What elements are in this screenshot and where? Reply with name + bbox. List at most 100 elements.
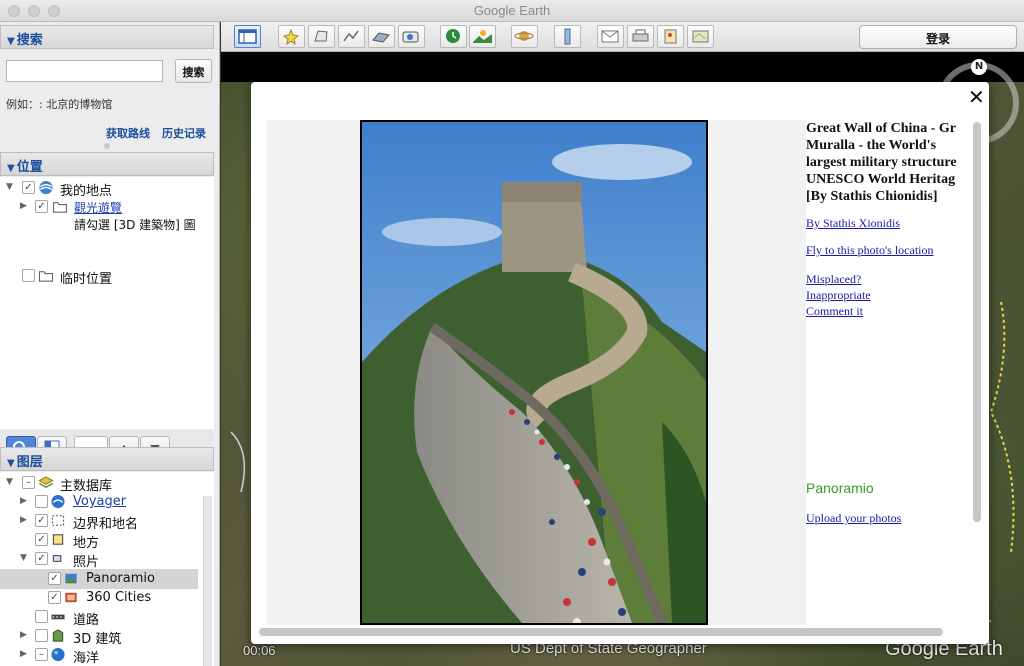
checkbox[interactable]: – [35, 648, 48, 661]
compass-north-label: N [971, 59, 987, 75]
search-input[interactable] [6, 60, 163, 82]
expand-triangle-icon[interactable]: ▶ [20, 201, 27, 211]
layer-label: 地方 [73, 536, 100, 551]
misplaced-link[interactable]: Misplaced? [806, 272, 861, 287]
layer-ocean[interactable]: ▶ – 海洋 [0, 646, 200, 666]
search-button[interactable]: 搜索 [175, 59, 212, 83]
checkbox[interactable]: ✓ [35, 533, 48, 546]
tree-item-sightseeing[interactable]: ▶ ✓ 觀光遊覽 [0, 198, 214, 216]
ruler-button[interactable] [554, 25, 581, 48]
comment-link[interactable]: Comment it [806, 304, 863, 319]
checkbox[interactable]: ✓ [35, 514, 48, 527]
add-path-button[interactable] [338, 25, 365, 48]
historical-imagery-button[interactable] [440, 25, 467, 48]
folder-icon [52, 202, 68, 213]
checkbox[interactable] [35, 495, 48, 508]
path-add-icon [343, 30, 359, 42]
layers-panel-header[interactable]: ▼ 图层 [0, 447, 214, 471]
panel-resize-handle[interactable] [104, 143, 110, 149]
expand-triangle-icon[interactable]: ▶ [20, 515, 27, 525]
search-panel-header[interactable]: ▼ 搜索 [0, 25, 214, 49]
add-placemark-button[interactable] [278, 25, 305, 48]
tree-item-my-places[interactable]: ▼ ✓ 我的地点 [0, 179, 214, 199]
tree-item-label[interactable]: 觀光遊覽 [74, 199, 122, 216]
planet-icon [514, 31, 534, 41]
layer-3d-buildings[interactable]: ▶ 3D 建筑 [0, 627, 200, 647]
tree-item-description: 請勾選 [3D 建築物] 圖 [74, 215, 214, 233]
checkbox[interactable]: ✓ [35, 200, 48, 213]
inappropriate-link[interactable]: Inappropriate [806, 288, 871, 303]
layers-scrollbar[interactable] [203, 496, 212, 666]
checkbox[interactable] [22, 269, 35, 282]
photo-info-panel: Great Wall of China - Gr Muralla - the W… [806, 120, 969, 625]
email-button[interactable] [597, 25, 624, 48]
checkbox[interactable] [35, 610, 48, 623]
layer-places[interactable]: ✓ 地方 [0, 531, 200, 551]
layer-360-cities[interactable]: ✓ 360 Cities [0, 589, 200, 607]
record-tour-button[interactable] [398, 25, 425, 48]
add-image-overlay-button[interactable] [368, 25, 395, 48]
layer-label: 边界和地名 [73, 517, 139, 532]
get-directions-link[interactable]: 获取路线 [106, 125, 150, 141]
layer-label: 360 Cities [86, 590, 152, 605]
planets-button[interactable] [511, 25, 538, 48]
expand-triangle-icon[interactable]: ▶ [20, 630, 27, 640]
layers-stack-icon [38, 476, 54, 488]
sidebar-toggle-button[interactable] [234, 25, 261, 48]
layer-label: 3D 建筑 [73, 632, 122, 647]
layer-panoramio[interactable]: ✓ Panoramio [0, 570, 200, 588]
collapse-triangle-icon: ▼ [7, 458, 15, 469]
layer-photos[interactable]: ▼ ✓ 照片 [0, 550, 200, 570]
borders-icon [51, 515, 65, 526]
search-hint: 例如：: 北京的博物馆 [6, 98, 113, 111]
close-icon[interactable]: ✕ [968, 85, 985, 109]
upload-photos-link[interactable]: Upload your photos [806, 511, 901, 526]
polygon-add-icon [314, 30, 328, 42]
image-save-icon [664, 29, 677, 44]
checkbox[interactable]: ✓ [35, 552, 48, 565]
building-icon [52, 629, 64, 642]
photo-balloon: ✕ Great Wall of China - Gr Muralla - the… [251, 82, 989, 644]
tree-item-temporary-places[interactable]: 临时位置 [0, 267, 214, 287]
places-panel-header[interactable]: ▼ 位置 [0, 152, 214, 176]
photo-layer-icon [52, 555, 62, 562]
expand-triangle-icon[interactable]: ▼ [6, 477, 13, 487]
great-wall-photo[interactable] [362, 122, 706, 625]
photo-author-link[interactable]: By Stathis Xionidis [806, 216, 900, 231]
globe-icon [39, 180, 53, 195]
checkbox[interactable]: ✓ [48, 591, 61, 604]
save-image-button[interactable] [657, 25, 684, 48]
layer-label: 道路 [73, 613, 100, 628]
title-bar: Google Earth [0, 0, 1024, 22]
panoramio-logo[interactable]: Panoramio [806, 480, 874, 496]
sunlight-button[interactable] [469, 25, 496, 48]
layer-primary-database[interactable]: ▼ – 主数据库 [0, 474, 200, 494]
road-icon [51, 614, 65, 620]
layer-voyager[interactable]: ▶ Voyager [0, 493, 200, 511]
checkbox[interactable] [35, 629, 48, 642]
expand-triangle-icon[interactable]: ▼ [6, 182, 13, 192]
layer-roads[interactable]: 道路 [0, 608, 200, 628]
envelope-icon [601, 30, 619, 43]
layer-borders-labels[interactable]: ▶ ✓ 边界和地名 [0, 512, 200, 532]
checkbox[interactable]: ✓ [48, 572, 61, 585]
ruler-icon [564, 28, 571, 45]
layer-label[interactable]: Voyager [73, 494, 126, 509]
history-link[interactable]: 历史记录 [162, 125, 206, 141]
balloon-horizontal-scrollbar[interactable] [259, 628, 943, 636]
expand-triangle-icon[interactable]: ▶ [20, 496, 27, 506]
places-tree: ▼ ✓ 我的地点 ▶ ✓ 觀光遊覽 請勾選 [3D 建築物] 圖 临时位置 [0, 177, 214, 429]
layers-tree: ▼ – 主数据库 ▶ Voyager ▶ ✓ 边界和地名 ✓ 地方 ▼ ✓ 照片 [0, 472, 214, 666]
search-panel-title: 搜索 [16, 33, 43, 48]
expand-triangle-icon[interactable]: ▼ [20, 553, 27, 563]
place-marker-icon [52, 534, 64, 545]
fly-to-location-link[interactable]: Fly to this photo's location [806, 243, 934, 258]
view-in-maps-button[interactable] [687, 25, 714, 48]
balloon-vertical-scrollbar[interactable] [973, 122, 981, 522]
checkbox[interactable]: ✓ [22, 181, 35, 194]
checkbox[interactable]: – [22, 476, 35, 489]
login-button[interactable]: 登录 [859, 25, 1017, 49]
expand-triangle-icon[interactable]: ▶ [20, 649, 27, 659]
print-button[interactable] [627, 25, 654, 48]
add-polygon-button[interactable] [308, 25, 335, 48]
